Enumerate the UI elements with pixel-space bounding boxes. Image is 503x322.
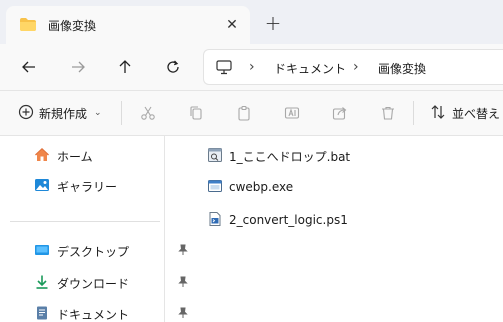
sort-button[interactable]: 並べ替え — [430, 101, 500, 125]
sidebar-item-label: ドキュメント — [57, 307, 130, 322]
toolbar-separator — [121, 101, 122, 125]
plus-circle-icon — [18, 104, 34, 123]
breadcrumb-documents[interactable]: ドキュメント — [274, 60, 346, 77]
share-icon[interactable] — [329, 102, 351, 124]
sidebar-item-gallery[interactable]: ギャラリー — [34, 174, 160, 198]
sidebar-item-desktop[interactable]: デスクトップ — [34, 239, 188, 263]
sidebar-item-label: ダウンロード — [57, 276, 130, 291]
home-icon — [34, 147, 50, 166]
paste-icon[interactable] — [233, 102, 255, 124]
close-icon[interactable]: ✕ — [222, 15, 242, 35]
toolbar-separator — [413, 101, 414, 125]
new-button[interactable]: 新規作成 ⌄ — [18, 101, 102, 125]
breadcrumb-current-folder[interactable]: 画像変換 — [378, 60, 426, 77]
folder-icon — [19, 17, 37, 35]
copy-icon[interactable] — [185, 102, 207, 124]
sidebar-item-downloads[interactable]: ダウンロード — [34, 271, 188, 295]
gallery-icon — [34, 177, 50, 196]
sidebar-item-label: ホーム — [57, 149, 93, 164]
sidebar-item-label: ギャラリー — [57, 179, 118, 194]
arrow-left-icon[interactable] — [15, 53, 43, 81]
delete-icon[interactable] — [377, 102, 399, 124]
download-icon — [34, 274, 50, 293]
list-item[interactable]: cwebp.exe — [207, 176, 293, 198]
chevron-right-icon[interactable]: › — [353, 59, 359, 75]
sidebar-item-home[interactable]: ホーム — [34, 144, 160, 168]
desktop-icon — [34, 242, 50, 261]
file-name: cwebp.exe — [229, 180, 294, 194]
file-name: 1_ここへドロップ.bat — [229, 149, 351, 164]
cut-icon[interactable] — [137, 102, 159, 124]
list-item[interactable]: 2_convert_logic.ps1 — [207, 209, 348, 231]
arrow-right-icon[interactable] — [64, 53, 92, 81]
ps1-file-icon — [207, 211, 223, 230]
chevron-down-icon: ⌄ — [94, 108, 102, 118]
file-name: 2_convert_logic.ps1 — [229, 213, 348, 227]
refresh-icon[interactable] — [159, 53, 187, 81]
tab-strip: 画像変換 ✕ + — [0, 0, 503, 44]
command-bar: 新規作成 ⌄ 並べ替え — [0, 91, 503, 135]
sort-button-label: 並べ替え — [452, 106, 501, 121]
sidebar-item-label: デスクトップ — [57, 244, 130, 259]
chevron-right-icon[interactable]: › — [249, 59, 255, 75]
sort-icon — [430, 104, 446, 123]
monitor-icon[interactable] — [216, 60, 232, 78]
arrow-up-icon[interactable] — [111, 53, 139, 81]
sidebar-item-documents[interactable]: ドキュメント — [34, 302, 188, 322]
plus-icon[interactable]: + — [262, 11, 284, 35]
navigation-pane: ホーム ギャラリー デスクトップ ダウンロード ドキュメント — [0, 136, 188, 322]
tab-image-conversion[interactable]: 画像変換 ✕ — [6, 6, 250, 44]
sidebar-divider — [10, 221, 160, 222]
exe-file-icon — [207, 178, 223, 197]
bat-file-icon — [207, 147, 223, 166]
documents-icon — [34, 305, 50, 322]
rename-icon[interactable] — [281, 102, 303, 124]
list-item[interactable]: 1_ここへドロップ.bat — [207, 145, 350, 167]
tab-title: 画像変換 — [48, 19, 97, 33]
file-list: 1_ここへドロップ.bat cwebp.exe 2_convert_logic.… — [165, 136, 503, 322]
new-button-label: 新規作成 — [39, 106, 88, 121]
address-bar[interactable]: › ドキュメント › 画像変換 — [203, 49, 503, 85]
